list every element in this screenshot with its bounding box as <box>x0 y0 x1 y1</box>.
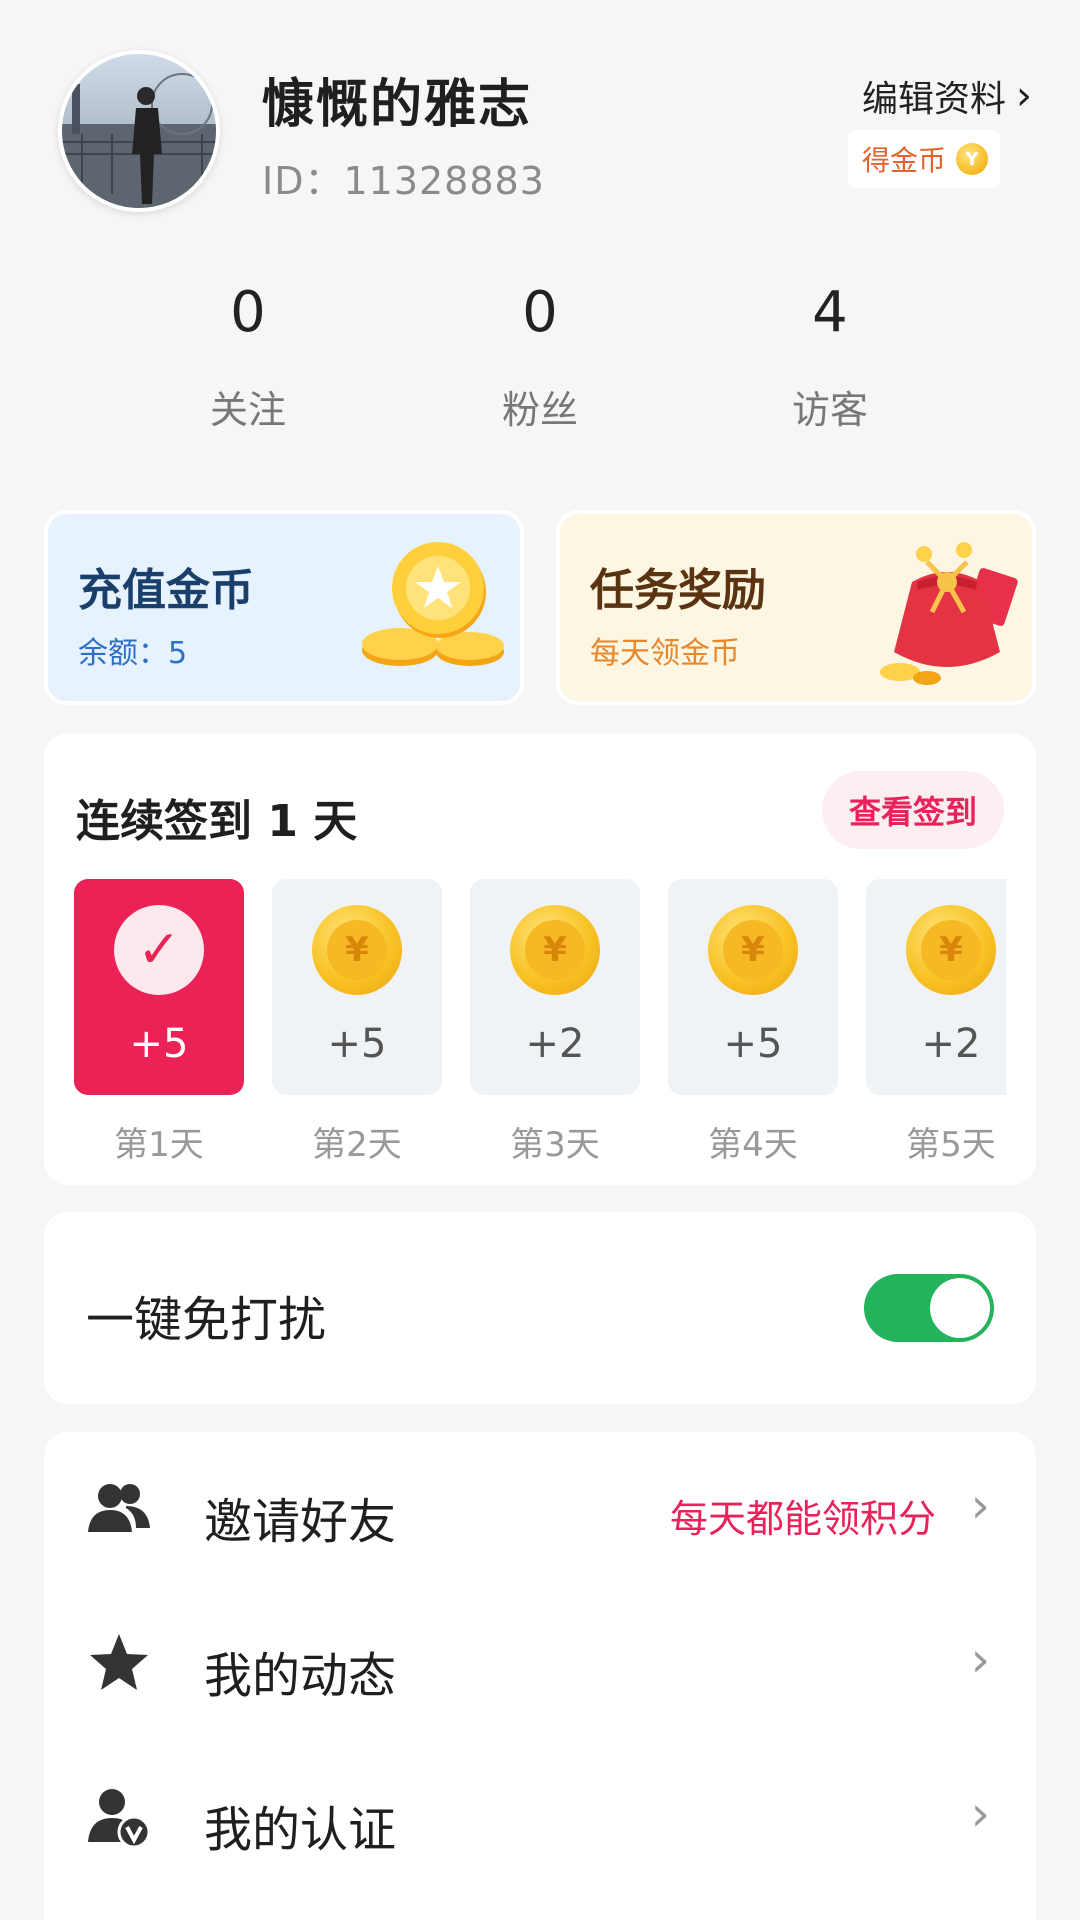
earn-coins-label: 得金币 <box>861 144 946 177</box>
signin-day-box: ✓ +5 <box>74 879 244 1095</box>
signin-day-label: 第2天 <box>312 1125 402 1165</box>
stat-visitors-label: 访客 <box>791 388 868 432</box>
recharge-card[interactable]: 充值金币 余额：5 <box>44 510 524 705</box>
menu-list: 邀请好友 每天都能领积分 › 我的动态 › 我的认证 › <box>44 1432 1036 1920</box>
signin-day-box: ¥ +2 <box>470 879 640 1095</box>
avatar[interactable] <box>58 50 220 212</box>
stat-following[interactable]: 0 关注 <box>148 280 348 434</box>
earn-coins-badge[interactable]: 得金币 Y <box>847 130 1000 188</box>
signin-day-label: 第4天 <box>708 1125 798 1165</box>
lucky-bag-icon <box>880 542 1018 685</box>
signin-day-3[interactable]: ¥ +2 第3天 <box>470 879 640 1166</box>
stat-fans[interactable]: 0 粉丝 <box>440 280 640 434</box>
chevron-right-icon: › <box>970 1786 990 1842</box>
signin-day-box: ¥ +2 <box>866 879 1006 1095</box>
avatar-photo <box>62 54 216 208</box>
chevron-right-icon: › <box>970 1632 990 1688</box>
star-icon <box>90 1634 148 1690</box>
username: 慷慨的雅志 <box>262 75 533 135</box>
signin-day-reward: +5 <box>723 1021 783 1067</box>
profile-page: 慷慨的雅志 ID：11328883 编辑资料 › 得金币 Y 0 关注 0 粉丝… <box>0 0 1080 1920</box>
stat-following-label: 关注 <box>209 388 286 432</box>
signin-day-reward: +2 <box>525 1021 585 1067</box>
task-reward-card[interactable]: 任务奖励 每天领金币 <box>556 510 1036 705</box>
signin-day-label: 第1天 <box>114 1125 204 1165</box>
chevron-right-icon: › <box>1016 73 1032 119</box>
signin-streak-title: 连续签到 1 天 <box>76 796 358 847</box>
signin-days-row[interactable]: ✓ +5 第1天 ¥ +5 第2天 ¥ +2 第3天 ¥ +5 第4天 ¥ +2… <box>74 879 1006 1169</box>
coin-icon: ¥ <box>906 905 996 995</box>
signin-day-reward: +5 <box>129 1021 189 1067</box>
edit-profile-link[interactable]: 编辑资料 › <box>862 70 1032 122</box>
signin-panel: 连续签到 1 天 查看签到 ✓ +5 第1天 ¥ +5 第2天 ¥ +2 第3天… <box>44 733 1036 1185</box>
signin-day-5[interactable]: ¥ +2 第5天 <box>866 879 1006 1166</box>
menu-item-my-verification[interactable]: 我的认证 › <box>44 1740 1036 1894</box>
stats-row: 0 关注 0 粉丝 4 访客 <box>0 280 1080 450</box>
chevron-right-icon: › <box>970 1478 990 1534</box>
toggle-knob <box>930 1278 990 1338</box>
stat-visitors[interactable]: 4 访客 <box>730 280 930 434</box>
stat-fans-label: 粉丝 <box>501 388 578 432</box>
coins-pile-icon <box>362 542 504 666</box>
coin-icon-symbol: ¥ <box>723 920 783 980</box>
signin-day-box: ¥ +5 <box>272 879 442 1095</box>
view-signin-button[interactable]: 查看签到 <box>822 771 1004 849</box>
stat-visitors-value: 4 <box>812 280 848 345</box>
check-icon: ✓ <box>114 905 204 995</box>
menu-item-invite-friends[interactable]: 邀请好友 每天都能领积分 › <box>44 1432 1036 1586</box>
coin-icon: ¥ <box>510 905 600 995</box>
signin-day-box: ¥ +5 <box>668 879 838 1095</box>
user-id: ID：11328883 <box>262 159 545 203</box>
menu-item-my-posts[interactable]: 我的动态 › <box>44 1586 1036 1740</box>
do-not-disturb-toggle[interactable] <box>864 1274 994 1342</box>
recharge-balance: 余额：5 <box>78 636 188 671</box>
users-icon <box>88 1484 150 1532</box>
signin-day-1[interactable]: ✓ +5 第1天 <box>74 879 244 1166</box>
signin-day-reward: +5 <box>327 1021 387 1067</box>
menu-item-hint: 每天都能领积分 <box>669 1497 936 1541</box>
stat-fans-value: 0 <box>522 280 558 345</box>
menu-item-label: 我的认证 <box>204 1802 397 1858</box>
signin-day-label: 第5天 <box>906 1125 996 1165</box>
task-title: 任务奖励 <box>590 565 766 616</box>
menu-item-label: 邀请好友 <box>204 1494 397 1550</box>
recharge-title: 充值金币 <box>78 565 254 616</box>
coin-icon: ¥ <box>708 905 798 995</box>
check-icon-mark: ✓ <box>137 920 181 980</box>
signin-day-4[interactable]: ¥ +5 第4天 <box>668 879 838 1166</box>
edit-profile-label: 编辑资料 <box>861 79 1006 120</box>
coin-icon-symbol: ¥ <box>921 920 981 980</box>
do-not-disturb-label: 一键免打扰 <box>86 1292 327 1348</box>
verified-user-icon <box>88 1789 151 1849</box>
coin-icon-symbol: ¥ <box>327 920 387 980</box>
stat-following-value: 0 <box>230 280 266 345</box>
signin-day-reward: +2 <box>921 1021 981 1067</box>
do-not-disturb-row: 一键免打扰 <box>44 1212 1036 1404</box>
task-subtitle: 每天领金币 <box>590 636 740 671</box>
menu-item-label: 我的动态 <box>204 1648 397 1704</box>
coin-icon: ¥ <box>312 905 402 995</box>
signin-day-label: 第3天 <box>510 1125 600 1165</box>
signin-day-2[interactable]: ¥ +5 第2天 <box>272 879 442 1166</box>
coin-icon: Y <box>956 143 988 175</box>
coin-icon-symbol: ¥ <box>525 920 585 980</box>
